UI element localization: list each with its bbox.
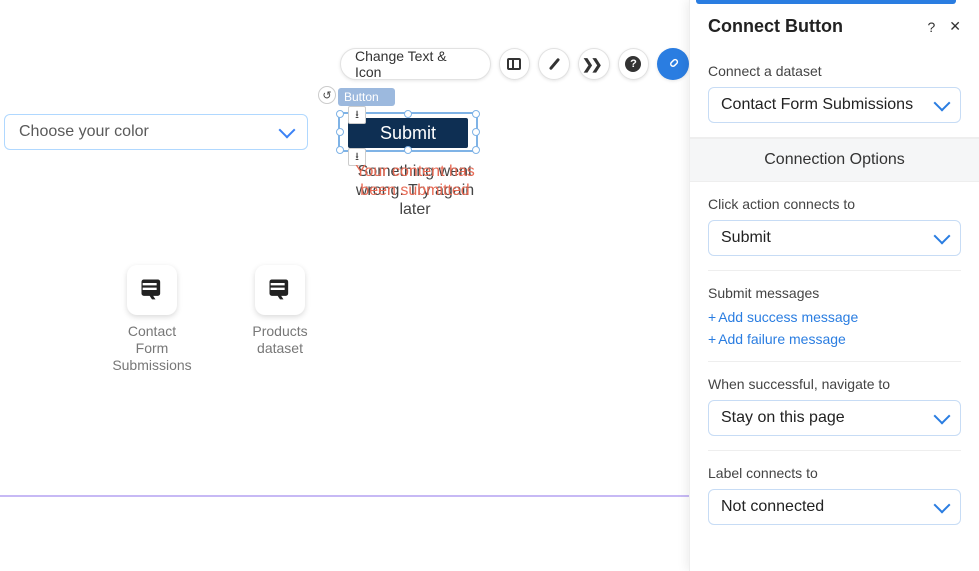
dataset-contact-form[interactable]: Contact Form Submissions	[112, 265, 192, 373]
click-action-section: Click action connects to Submit	[690, 182, 979, 270]
label-connects-section: Label connects to Not connected	[690, 451, 979, 539]
navigate-label: When successful, navigate to	[708, 376, 961, 392]
dataset-products[interactable]: Products dataset	[240, 265, 320, 373]
chevron-down-icon	[279, 122, 296, 139]
dataset-label: Contact Form Submissions	[112, 323, 192, 373]
dataset-icon	[255, 265, 305, 315]
navigate-dropdown[interactable]: Stay on this page	[708, 400, 961, 436]
resize-handle[interactable]	[404, 110, 412, 118]
submit-button[interactable]: Submit	[348, 118, 468, 148]
element-type-chip: Button	[338, 88, 395, 106]
chevron-down-icon	[934, 228, 951, 245]
submit-messages-section: Submit messages +Add success message +Ad…	[690, 271, 979, 361]
editor-canvas: Choose your color Change Text & Icon ❮❮ …	[0, 0, 689, 571]
question-icon: ?	[625, 56, 641, 72]
click-action-label: Click action connects to	[708, 196, 961, 212]
connect-icon	[664, 55, 682, 73]
panel-close-button[interactable]: ✕	[949, 18, 961, 35]
panel-title: Connect Button	[708, 16, 843, 37]
layout-button[interactable]	[499, 48, 531, 80]
layout-icon	[507, 58, 521, 70]
help-button[interactable]: ?	[618, 48, 650, 80]
datasets-row: Contact Form Submissions Products datase…	[112, 265, 320, 373]
animation-button[interactable]: ❮❮	[578, 48, 610, 80]
chevron-down-icon	[934, 497, 951, 514]
panel-header: Connect Button ? ✕	[690, 4, 979, 49]
add-failure-message-link[interactable]: +Add failure message	[708, 331, 961, 347]
resize-handle[interactable]	[472, 146, 480, 154]
connect-dataset-label: Connect a dataset	[708, 63, 961, 79]
click-action-dropdown[interactable]: Submit	[708, 220, 961, 256]
connection-options-header: Connection Options	[690, 138, 979, 182]
resize-handle[interactable]	[336, 128, 344, 136]
design-button[interactable]	[538, 48, 570, 80]
connect-panel: Connect Button ? ✕ Connect a dataset Con…	[689, 0, 979, 571]
connect-data-button[interactable]	[657, 48, 689, 80]
color-dropdown-placeholder: Choose your color	[19, 123, 149, 141]
navigate-section: When successful, navigate to Stay on thi…	[690, 362, 979, 450]
reset-rotation-icon[interactable]: ↺	[318, 86, 336, 104]
connect-dataset-dropdown[interactable]: Contact Form Submissions	[708, 87, 961, 123]
chevron-down-icon	[934, 95, 951, 112]
submit-messages-label: Submit messages	[708, 285, 961, 301]
label-connects-label: Label connects to	[708, 465, 961, 481]
dataset-label: Products dataset	[240, 323, 320, 357]
animation-icon: ❮❮	[585, 56, 602, 73]
download-icon[interactable]: ⭳	[348, 106, 366, 124]
color-dropdown[interactable]: Choose your color	[4, 114, 308, 150]
section-divider	[0, 495, 689, 497]
change-text-button[interactable]: Change Text & Icon	[340, 48, 491, 80]
chevron-down-icon	[934, 408, 951, 425]
panel-help-button[interactable]: ?	[927, 19, 935, 35]
resize-handle[interactable]	[472, 128, 480, 136]
add-success-message-link[interactable]: +Add success message	[708, 309, 961, 325]
resize-handle[interactable]	[472, 110, 480, 118]
brush-icon	[548, 58, 559, 71]
dataset-icon	[127, 265, 177, 315]
resize-handle[interactable]	[404, 146, 412, 154]
resize-handle[interactable]	[336, 110, 344, 118]
resize-handle[interactable]	[336, 146, 344, 154]
connect-dataset-section: Connect a dataset Contact Form Submissio…	[690, 49, 979, 138]
label-connects-dropdown[interactable]: Not connected	[708, 489, 961, 525]
element-toolbar: Change Text & Icon ❮❮ ?	[340, 48, 689, 80]
